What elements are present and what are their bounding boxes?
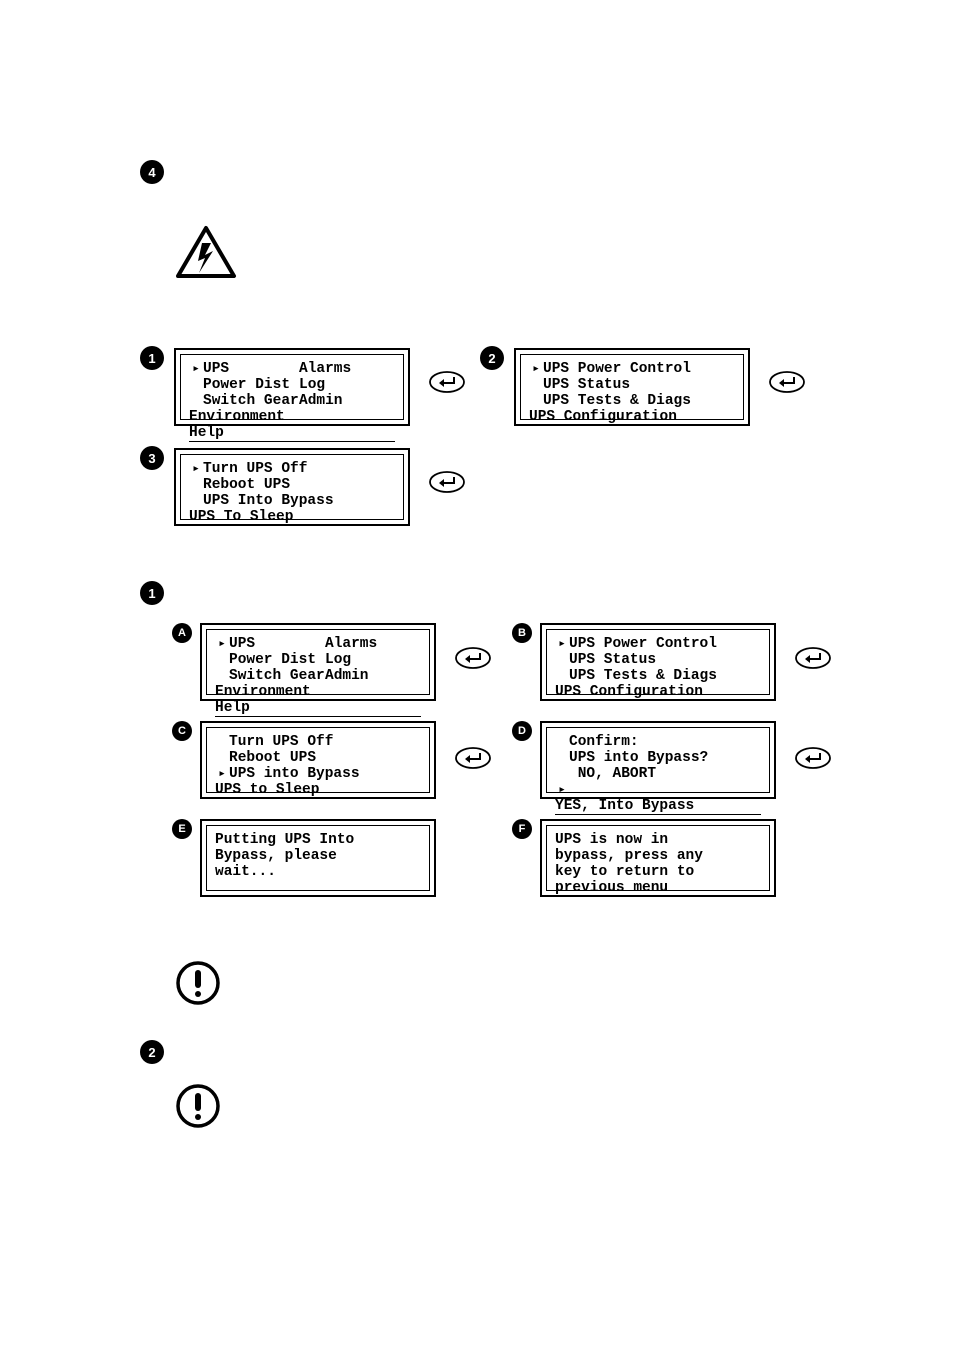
step-number-2b: 2 — [140, 1040, 164, 1064]
menu-item: Reboot UPS — [203, 477, 290, 493]
step-letter-E: E — [172, 819, 192, 839]
enter-key-icon — [768, 370, 806, 399]
menu-item: UPS Into Bypass — [203, 493, 334, 509]
menu-item: UPS — [203, 361, 299, 377]
menu-item: UPS Power Control — [569, 636, 717, 652]
warning-triangle-icon — [175, 225, 237, 284]
menu-item: Admin — [325, 668, 421, 684]
status-line: Bypass, please — [215, 848, 421, 864]
step-number-1: 1 — [140, 346, 164, 370]
step-letter-D: D — [512, 721, 532, 741]
menu-item: Reboot UPS — [229, 750, 316, 766]
lcd-status-putting: Putting UPS Into Bypass, please wait... — [200, 819, 436, 897]
status-line: bypass, press any — [555, 848, 761, 864]
step-letter-C: C — [172, 721, 192, 741]
enter-key-icon — [794, 746, 832, 775]
menu-item: UPS Tests & Diags — [569, 668, 717, 684]
menu-item: Help — [189, 425, 395, 441]
enter-key-icon — [454, 746, 492, 775]
menu-item: UPS Power Control — [543, 361, 691, 377]
menu-item: Admin — [299, 393, 395, 409]
menu-item: UPS Status — [569, 652, 656, 668]
enter-key-icon — [794, 646, 832, 675]
menu-item: UPS — [229, 636, 325, 652]
status-line: Putting UPS Into — [215, 832, 421, 848]
section-number-4: 4 — [140, 160, 164, 184]
menu-item: Switch Gear — [203, 393, 299, 409]
status-line: wait... — [215, 864, 421, 880]
lcd-confirm: Confirm: UPS into Bypass? NO, ABORT ▸YES… — [540, 721, 776, 799]
menu-item: UPS Configuration — [555, 684, 761, 700]
menu-item: Switch Gear — [229, 668, 325, 684]
menu-item: Turn UPS Off — [203, 461, 307, 477]
menu-item: UPS into Bypass — [229, 766, 360, 782]
status-line: UPS is now in — [555, 832, 761, 848]
step-letter-A: A — [172, 623, 192, 643]
step-number-2: 2 — [480, 346, 504, 370]
step-letter-B: B — [512, 623, 532, 643]
lcd-ups-menu: ▸UPS Power Control UPS Status UPS Tests … — [514, 348, 750, 426]
menu-item: Log — [325, 652, 421, 668]
lcd-power-control-2: Turn UPS Off Reboot UPS ▸UPS into Bypass… — [200, 721, 436, 799]
caution-icon — [175, 960, 221, 1011]
menu-item: Log — [299, 377, 395, 393]
lcd-power-control: ▸Turn UPS Off Reboot UPS UPS Into Bypass… — [174, 448, 410, 526]
lcd-status-done: UPS is now in bypass, press any key to r… — [540, 819, 776, 897]
lcd-main-menu: ▸UPSAlarms Power DistLog Switch GearAdmi… — [174, 348, 410, 426]
lcd-ups-menu-2: ▸UPS Power Control UPS Status UPS Tests … — [540, 623, 776, 701]
menu-item: Alarms — [299, 361, 395, 377]
menu-item: Environment — [215, 684, 421, 700]
step-number-3: 3 — [140, 446, 164, 470]
caution-icon — [175, 1083, 221, 1134]
menu-item: UPS To Sleep — [189, 509, 395, 525]
confirm-no: NO, ABORT — [569, 766, 656, 782]
menu-item: Help — [215, 700, 421, 716]
enter-key-icon — [428, 470, 466, 499]
step-letter-F: F — [512, 819, 532, 839]
menu-item: Turn UPS Off — [229, 734, 333, 750]
menu-item: Environment — [189, 409, 395, 425]
lcd-main-menu-2: ▸UPSAlarms Power DistLog Switch GearAdmi… — [200, 623, 436, 701]
menu-item: UPS to Sleep — [215, 782, 421, 798]
confirm-question: UPS into Bypass? — [569, 750, 708, 766]
menu-item: Alarms — [325, 636, 421, 652]
confirm-yes: YES, Into Bypass — [555, 798, 761, 814]
menu-item: UPS Status — [543, 377, 630, 393]
menu-item: Power Dist — [229, 652, 325, 668]
step-number-1b: 1 — [140, 581, 164, 605]
enter-key-icon — [428, 370, 466, 399]
confirm-title: Confirm: — [569, 734, 639, 750]
menu-item: Power Dist — [203, 377, 299, 393]
menu-item: UPS Configuration — [529, 409, 735, 425]
status-line: previous menu — [555, 880, 761, 897]
menu-item: UPS Tests & Diags — [543, 393, 691, 409]
enter-key-icon — [454, 646, 492, 675]
status-line: key to return to — [555, 864, 761, 880]
